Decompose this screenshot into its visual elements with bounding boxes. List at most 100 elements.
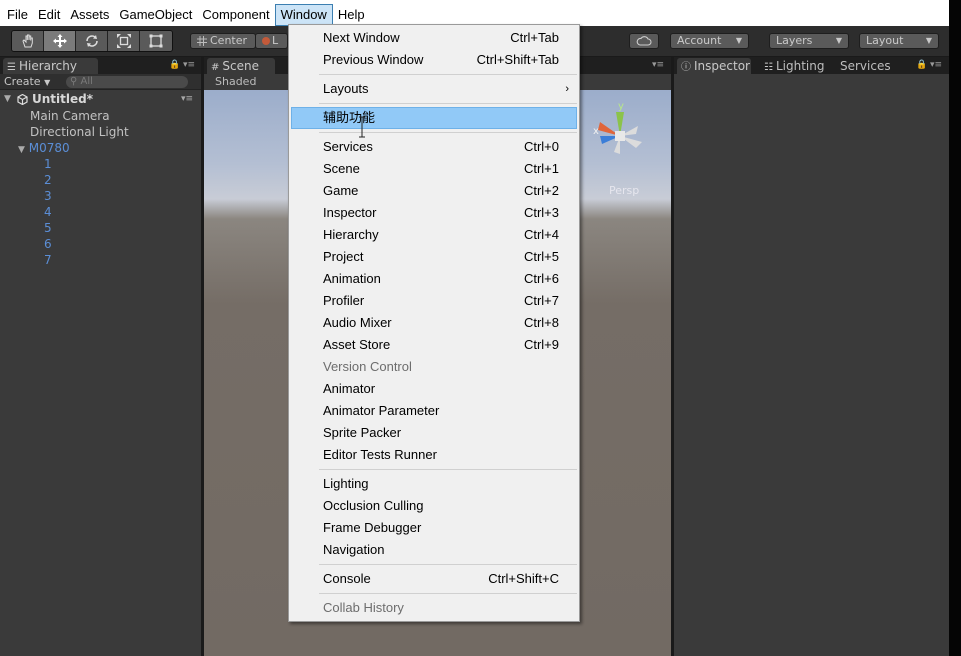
cloud-button[interactable] (629, 33, 659, 49)
hierarchy-child-item[interactable]: 1 (44, 156, 52, 172)
search-placeholder: All (80, 76, 93, 87)
menu-item-animator[interactable]: Animator (291, 378, 577, 400)
menu-gameobject[interactable]: GameObject (114, 4, 197, 26)
menu-item-navigation[interactable]: Navigation (291, 539, 577, 561)
hierarchy-item-main-camera[interactable]: Main Camera (30, 108, 110, 124)
menu-item-inspector[interactable]: Inspector Ctrl+3 (291, 202, 577, 224)
menu-item-label: Asset Store (323, 337, 391, 352)
menu-window[interactable]: Window (274, 3, 333, 26)
menu-item-editor-tests-runner[interactable]: Editor Tests Runner (291, 444, 577, 466)
projection-label[interactable]: Persp (609, 184, 639, 197)
hierarchy-child-item[interactable]: 7 (44, 252, 52, 268)
scene-menu-icon[interactable]: ▾≡ (181, 91, 193, 108)
menu-item-label: Navigation (323, 542, 385, 557)
menu-item-label: Inspector (323, 205, 377, 220)
lock-icon[interactable]: 🔒 (169, 60, 180, 70)
menu-item-label: Previous Window (323, 52, 424, 67)
pivot-rotation-button[interactable]: L (255, 33, 288, 49)
menu-component[interactable]: Component (197, 4, 274, 26)
tab-scene[interactable]: # Scene (207, 58, 275, 74)
menu-item-project[interactable]: Project Ctrl+5 (291, 246, 577, 268)
tab-inspector[interactable]: ⓘ Inspector (677, 58, 751, 74)
tab-lighting[interactable]: ☷ Lighting (760, 58, 830, 74)
menu-item-accessibility[interactable]: 辅助功能 (291, 107, 577, 129)
menu-item-shortcut: Ctrl+0 (523, 139, 559, 154)
hierarchy-child-item[interactable]: 6 (44, 236, 52, 252)
grid-icon (197, 36, 207, 46)
menu-item-label: Animation (323, 271, 381, 286)
menu-item-hierarchy[interactable]: Hierarchy Ctrl+4 (291, 224, 577, 246)
rotate-icon[interactable] (76, 31, 108, 51)
expand-triangle-icon[interactable]: ▼ (18, 145, 25, 155)
search-input[interactable]: ⚲ All (66, 76, 188, 88)
move-icon[interactable] (44, 31, 76, 51)
panel-menu-icon[interactable]: ▾≡ (652, 60, 664, 70)
shading-mode-dropdown[interactable]: Shaded (215, 75, 256, 88)
panel-menu-icon[interactable]: ▾≡ (930, 60, 942, 70)
menu-assets[interactable]: Assets (65, 4, 114, 26)
menu-item-audio-mixer[interactable]: Audio Mixer Ctrl+8 (291, 312, 577, 334)
hierarchy-child-item[interactable]: 3 (44, 188, 52, 204)
chevron-down-icon: ▼ (925, 36, 932, 45)
menu-item-scene[interactable]: Scene Ctrl+1 (291, 158, 577, 180)
menu-file[interactable]: File (2, 4, 33, 26)
menu-item-profiler[interactable]: Profiler Ctrl+7 (291, 290, 577, 312)
tab-services[interactable]: Services (836, 58, 896, 74)
menu-item-previous-window[interactable]: Previous Window Ctrl+Shift+Tab (291, 49, 577, 71)
hierarchy-child-item[interactable]: 2 (44, 172, 52, 188)
info-icon: ⓘ (681, 62, 691, 73)
menu-item-console[interactable]: Console Ctrl+Shift+C (291, 568, 577, 590)
lock-icon[interactable]: 🔒 (916, 60, 927, 70)
lighting-icon: ☷ (764, 62, 773, 73)
menu-item-label: 辅助功能 (323, 110, 376, 125)
scene-root-row[interactable]: ▼ Untitled* ▾≡ (0, 91, 201, 108)
rect-tool-icon[interactable] (140, 31, 172, 51)
menu-edit[interactable]: Edit (33, 4, 65, 26)
tab-hierarchy[interactable]: ☰ Hierarchy (3, 58, 98, 74)
menu-item-label: Hierarchy (323, 227, 379, 242)
tab-hierarchy-label: Hierarchy (18, 59, 77, 73)
chevron-down-icon: ▼ (835, 36, 842, 45)
menu-item-services[interactable]: Services Ctrl+0 (291, 136, 577, 158)
account-dropdown[interactable]: Account ▼ (670, 33, 749, 49)
hierarchy-item-directional-light[interactable]: Directional Light (30, 124, 129, 140)
layout-dropdown[interactable]: Layout ▼ (859, 33, 939, 49)
menu-item-label: Frame Debugger (323, 520, 422, 535)
menu-item-label: Project (323, 249, 364, 264)
list-icon: ☰ (7, 62, 16, 73)
hierarchy-child-item[interactable]: 4 (44, 204, 52, 220)
menu-item-layouts[interactable]: Layouts › (291, 78, 577, 100)
menu-item-frame-debugger[interactable]: Frame Debugger (291, 517, 577, 539)
expand-triangle-icon[interactable]: ▼ (4, 91, 11, 108)
menu-item-shortcut: Ctrl+4 (523, 227, 559, 242)
create-dropdown[interactable]: Create ▼ (4, 75, 50, 90)
hierarchy-child-item[interactable]: 5 (44, 220, 52, 236)
menu-item-label: Version Control (323, 359, 412, 374)
create-label: Create (4, 75, 41, 88)
cloud-icon (636, 36, 652, 46)
menu-item-asset-store[interactable]: Asset Store Ctrl+9 (291, 334, 577, 356)
scene-gizmo-icon[interactable]: y x (590, 100, 660, 164)
menu-item-animation[interactable]: Animation Ctrl+6 (291, 268, 577, 290)
menu-separator (319, 564, 577, 565)
menu-item-sprite-packer[interactable]: Sprite Packer (291, 422, 577, 444)
pivot-center-button[interactable]: Center (190, 33, 256, 49)
menu-separator (319, 74, 577, 75)
tab-scene-label: Scene (222, 59, 259, 73)
menu-help[interactable]: Help (333, 4, 370, 26)
hierarchy-tabstrip: ☰ Hierarchy 🔒 ▾≡ (0, 57, 201, 74)
text-cursor-icon (359, 116, 365, 138)
menu-item-label: Game (323, 183, 359, 198)
menu-item-next-window[interactable]: Next Window Ctrl+Tab (291, 27, 577, 49)
layout-label: Layout (866, 34, 904, 47)
menu-item-animator-parameter[interactable]: Animator Parameter (291, 400, 577, 422)
group-name: M0780 (28, 141, 70, 155)
layers-dropdown[interactable]: Layers ▼ (769, 33, 849, 49)
menu-item-game[interactable]: Game Ctrl+2 (291, 180, 577, 202)
menu-item-occlusion-culling[interactable]: Occlusion Culling (291, 495, 577, 517)
panel-menu-icon[interactable]: ▾≡ (183, 60, 195, 70)
menu-separator (319, 469, 577, 470)
menu-item-lighting[interactable]: Lighting (291, 473, 577, 495)
scale-icon[interactable] (108, 31, 140, 51)
hand-icon[interactable] (12, 31, 44, 51)
